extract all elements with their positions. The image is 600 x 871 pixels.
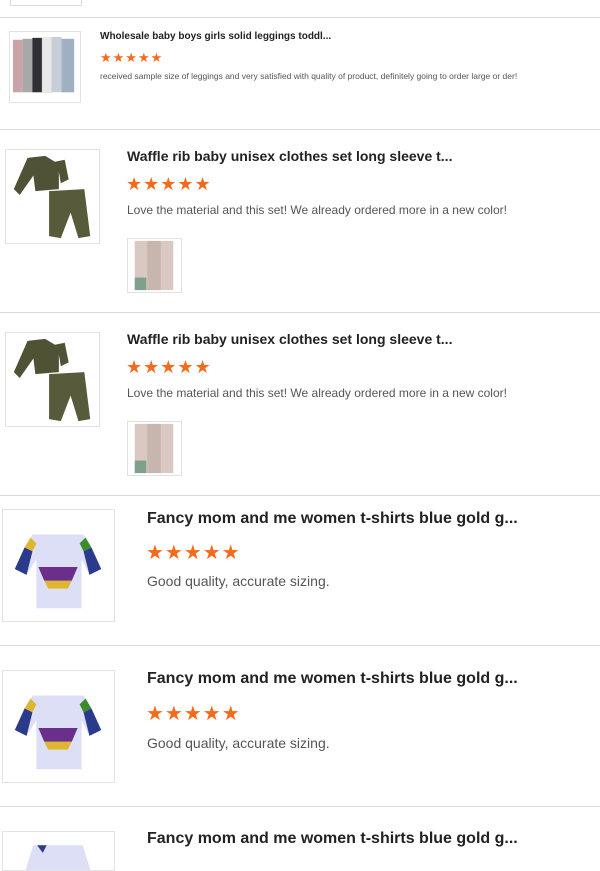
striped-tshirts-image [14,695,102,770]
review-card: Fancy mom and me women t-shirts blue gol… [0,646,600,807]
olive-clothes-set-image [13,338,91,422]
previous-product-thumbnail[interactable] [10,0,82,6]
star-rating: ★★★★★ [100,50,164,65]
review-card: Fancy mom and me women t-shirts blue gol… [0,807,600,871]
product-title[interactable]: Fancy mom and me women t-shirts blue gol… [147,670,518,688]
review-photo[interactable] [127,421,182,476]
review-text: received sample size of leggings and ver… [100,71,518,81]
product-title[interactable]: Waffle rib baby unisex clothes set long … [127,148,452,164]
product-title[interactable]: Fancy mom and me women t-shirts blue gol… [147,830,518,848]
review-card: Waffle rib baby unisex clothes set long … [0,130,600,313]
review-text: Good quality, accurate sizing. [147,573,330,589]
star-rating: ★★★★★ [126,174,212,194]
product-title[interactable]: Wholesale baby boys girls solid leggings… [100,31,331,42]
striped-tshirts-image [25,845,91,870]
product-thumbnail[interactable] [9,31,81,103]
olive-clothes-set-image [13,155,91,239]
review-photo[interactable] [127,238,182,293]
review-card: Waffle rib baby unisex clothes set long … [0,313,600,496]
leggings-image [12,36,75,93]
star-rating: ★★★★★ [146,542,241,564]
review-text: Love the material and this set! We alrea… [127,386,507,400]
review-card: Wholesale baby boys girls solid leggings… [0,17,600,130]
product-thumbnail[interactable] [2,509,115,622]
star-rating: ★★★★★ [146,703,241,725]
product-thumbnail[interactable] [5,332,100,427]
product-thumbnail[interactable] [2,670,115,783]
product-title[interactable]: Fancy mom and me women t-shirts blue gol… [147,510,518,528]
review-text: Love the material and this set! We alrea… [127,203,507,217]
product-title[interactable]: Waffle rib baby unisex clothes set long … [127,331,452,347]
product-thumbnail[interactable] [5,149,100,244]
previous-review-edge [0,0,600,18]
review-card: Fancy mom and me women t-shirts blue gol… [0,496,600,646]
striped-tshirts-image [14,534,102,609]
product-thumbnail[interactable] [2,831,115,871]
review-text: Good quality, accurate sizing. [147,735,330,751]
star-rating: ★★★★★ [126,357,212,377]
